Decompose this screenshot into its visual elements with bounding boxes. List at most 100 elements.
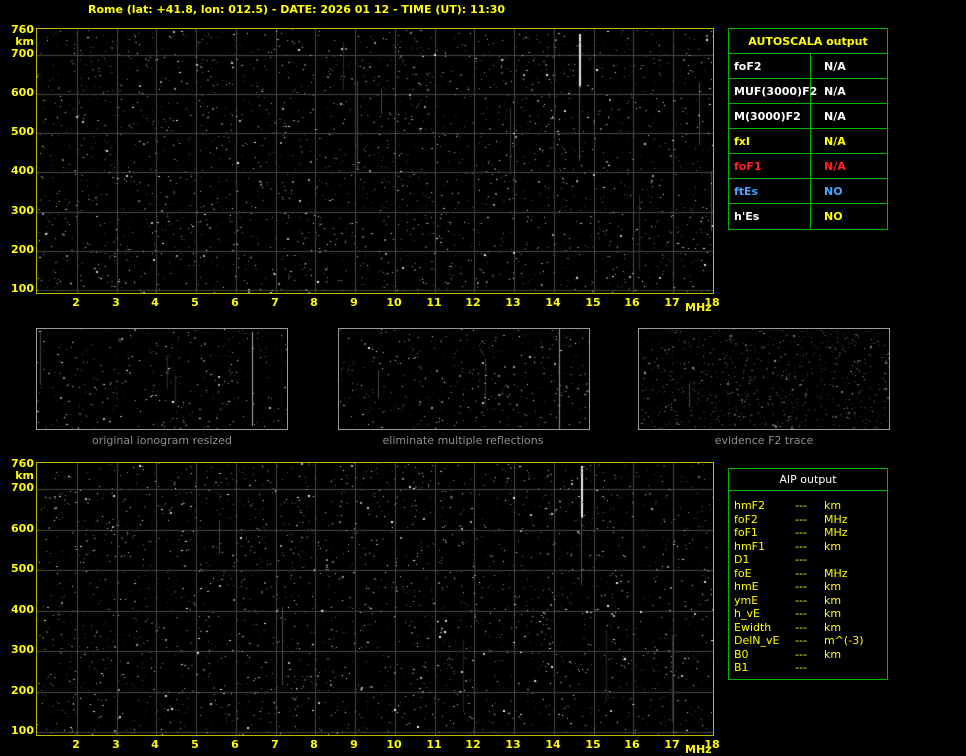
x-tick-14: 14 <box>545 738 561 751</box>
y-tick-500: 500 <box>11 125 34 138</box>
y-tick-300: 300 <box>11 643 34 656</box>
thumbnail-original-ionogram-canvas <box>37 329 287 429</box>
aip-param-unit: m^(-3) <box>824 634 864 647</box>
aip-param-label: B0 <box>734 647 749 661</box>
x-tick-8: 8 <box>310 738 318 751</box>
page-title: Rome (lat: +41.8, lon: 012.5) - DATE: 20… <box>88 3 506 16</box>
autoscala-row-2: M(3000)F2 N/A <box>729 104 887 129</box>
autoscala-param-label: ftEs <box>729 179 811 203</box>
x-tick-14: 14 <box>545 296 561 309</box>
aip-param-unit: km <box>824 499 842 512</box>
x-tick-9: 9 <box>350 738 358 751</box>
y-tick-500: 500 <box>11 562 34 575</box>
aip-table-rows: hmF2 --- km foF2 --- MHz foF1 --- MHz hmF1 --- km D1… <box>729 491 887 675</box>
autoscala-param-label: foF1 <box>729 154 811 178</box>
x-tick-5: 5 <box>191 738 199 751</box>
x-tick-13: 13 <box>505 738 521 751</box>
y-tick-200: 200 <box>11 243 34 256</box>
autoscala-output-table: AUTOSCALA output foF2 N/A MUF(3000)F2 N/A M(… <box>728 28 888 230</box>
aip-param-unit: MHz <box>824 566 848 580</box>
autoscala-table-rows: foF2 N/A MUF(3000)F2 N/A M(3000)F2 N/A fxI N/A f… <box>729 54 887 229</box>
aip-row-2: foF1 --- MHz <box>729 526 887 540</box>
y-tick-100: 100 <box>11 724 34 737</box>
x-tick-12: 12 <box>465 296 481 309</box>
aip-param-value: --- <box>795 661 807 674</box>
y-tick-600: 600 <box>11 86 34 99</box>
autoscala-param-value: NO <box>824 184 843 198</box>
autoscala-row-5: ftEs NO <box>729 179 887 204</box>
thumbnail-caption-eliminate: eliminate multiple reflections <box>382 434 544 447</box>
x-tick-3: 3 <box>112 738 120 751</box>
autoscala-param-value: N/A <box>824 59 846 73</box>
aip-param-value: --- <box>795 526 807 539</box>
autoscala-param-value: NO <box>824 210 843 223</box>
autoscala-row-0: foF2 N/A <box>729 54 887 79</box>
aip-param-value: --- <box>795 593 807 607</box>
aip-row-9: Ewidth --- km <box>729 621 887 635</box>
aip-row-0: hmF2 --- km <box>729 499 887 513</box>
aip-param-value: --- <box>795 553 807 566</box>
ionogram-top-y-axis: 760 700 600 500 400 300 200 100 km <box>6 24 34 295</box>
aip-param-label: foE <box>734 566 752 580</box>
ionogram-top-plot <box>36 28 714 294</box>
x-tick-6: 6 <box>231 738 239 751</box>
autoscala-param-label: foF2 <box>729 54 811 78</box>
x-tick-16: 16 <box>624 738 640 751</box>
aip-table-title: AIP output <box>729 469 887 491</box>
x-tick-8: 8 <box>310 296 318 309</box>
autoscala-row-6: h'Es NO <box>729 204 887 229</box>
ionogram-bottom-canvas <box>37 463 713 735</box>
autoscala-param-value: N/A <box>824 159 846 173</box>
thumbnail-eliminate-reflections-canvas <box>339 329 589 429</box>
autoscala-table-title: AUTOSCALA output <box>729 29 887 54</box>
thumbnail-evidence-f2-trace-canvas <box>639 329 889 429</box>
x-tick-4: 4 <box>151 738 159 751</box>
aip-param-label: Ewidth <box>734 620 772 634</box>
x-tick-17: 17 <box>664 296 680 309</box>
thumbnail-evidence-f2-trace <box>638 328 890 430</box>
x-tick-4: 4 <box>151 296 159 309</box>
aip-row-5: foE --- MHz <box>729 567 887 581</box>
y-tick-700: 700 <box>11 47 34 60</box>
x-axis-unit-label: MHz <box>685 301 712 314</box>
aip-row-6: hmE --- km <box>729 580 887 594</box>
x-tick-2: 2 <box>72 738 80 751</box>
aip-param-label: foF1 <box>734 526 758 539</box>
ionogram-bottom-x-axis: 2 3 4 5 6 7 8 9 10 11 12 13 14 15 16 17 18 MHz <box>36 738 719 756</box>
aip-param-label: DelN_vE <box>734 634 780 647</box>
x-tick-13: 13 <box>505 296 521 309</box>
x-tick-7: 7 <box>271 738 279 751</box>
aip-param-value: --- <box>795 566 807 580</box>
x-tick-3: 3 <box>112 296 120 309</box>
autoscala-param-label: MUF(3000)F2 <box>729 79 817 103</box>
aip-row-8: h_vE --- km <box>729 607 887 621</box>
aip-param-label: foF2 <box>734 512 758 526</box>
y-tick-700: 700 <box>11 481 34 494</box>
y-axis-unit-label: km <box>15 35 34 48</box>
aip-param-value: --- <box>795 634 807 647</box>
y-tick-100: 100 <box>11 282 34 295</box>
autoscala-param-label: h'Es <box>729 204 811 229</box>
aip-param-label: hmE <box>734 580 759 593</box>
x-tick-6: 6 <box>231 296 239 309</box>
autoscala-row-4: foF1 N/A <box>729 154 887 179</box>
aip-row-4: D1 --- <box>729 553 887 567</box>
x-tick-12: 12 <box>465 738 481 751</box>
aip-param-unit: MHz <box>824 512 848 526</box>
y-tick-300: 300 <box>11 204 34 217</box>
x-tick-15: 15 <box>585 296 601 309</box>
thumbnail-caption-evidence: evidence F2 trace <box>714 434 814 447</box>
ionogram-bottom-y-axis: 760 700 600 500 400 300 200 100 km <box>6 458 34 737</box>
aip-param-label: hmF2 <box>734 499 766 512</box>
autoscala-param-value: N/A <box>824 84 846 98</box>
aip-param-label: ymE <box>734 593 759 607</box>
aip-param-label: B1 <box>734 661 749 674</box>
aip-row-12: B1 --- <box>729 661 887 675</box>
y-tick-600: 600 <box>11 522 34 535</box>
y-tick-200: 200 <box>11 684 34 697</box>
aip-param-value: --- <box>795 539 807 553</box>
aip-param-label: h_vE <box>734 607 760 620</box>
aip-param-value: --- <box>795 512 807 526</box>
x-tick-10: 10 <box>386 738 402 751</box>
autoscala-param-value: N/A <box>824 109 846 123</box>
